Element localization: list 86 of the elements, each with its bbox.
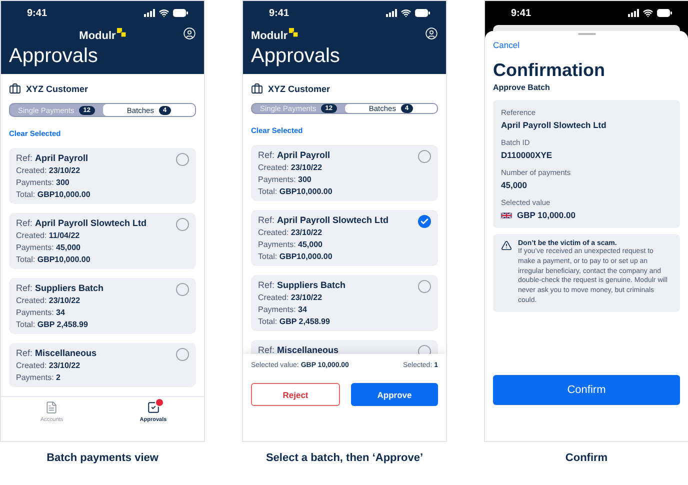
batch-detail: Total: GBP10,000.00 xyxy=(258,252,332,261)
warning-icon xyxy=(501,240,512,251)
wifi-icon xyxy=(643,8,653,18)
confirmation-title: Confirmation xyxy=(493,60,606,81)
wifi-icon xyxy=(401,8,411,18)
document-icon xyxy=(45,401,58,414)
logo-squares-icon xyxy=(288,28,298,37)
select-radio[interactable] xyxy=(418,280,431,293)
batch-detail: Created: 23/10/22 xyxy=(16,296,80,305)
reject-button[interactable]: Reject xyxy=(251,383,340,406)
batch-detail: Total: GBP10,000.00 xyxy=(258,187,332,196)
battery-icon xyxy=(657,9,672,17)
select-radio[interactable] xyxy=(418,150,431,163)
batch-card[interactable]: Ref: April Payroll Slowtech Ltd Created: 23/10/22 Payments: 45,000 Total: GBP10,000.00 xyxy=(251,210,438,266)
batch-card[interactable]: Ref: April Payroll Created: 23/10/22 Payments: 300 Total: GBP10,000.00 xyxy=(9,148,196,204)
detail-value: GBP 10,000.00 xyxy=(517,210,576,220)
batch-card[interactable]: Ref: April Payroll Slowtech Ltd Created: 11/04/22 Payments: 45,000 Total: GBP10,000.00 xyxy=(9,213,196,269)
batch-detail: Created: 23/10/22 xyxy=(258,163,322,172)
page-title: Approvals xyxy=(250,45,341,68)
status-time: 9:41 xyxy=(27,8,48,18)
battery-icon xyxy=(173,9,188,17)
customer-name: XYZ Customer xyxy=(26,84,88,94)
batch-detail: Ref: Miscellaneous xyxy=(258,345,339,354)
batch-card[interactable]: Ref: Suppliers Batch Created: 23/10/22 Payments: 34 Total: GBP 2,458.99 xyxy=(251,275,438,331)
briefcase-icon xyxy=(9,83,21,95)
select-radio[interactable] xyxy=(176,348,189,361)
batch-detail: Created: 11/04/22 xyxy=(16,231,80,240)
batch-detail: Ref: Suppliers Batch xyxy=(258,280,346,290)
screen-caption: Select a batch, then ‘Approve’ xyxy=(266,452,424,464)
screen-caption: Batch payments view xyxy=(46,452,158,464)
confirmation-subtitle: Approve Batch xyxy=(493,83,551,92)
flag-icon xyxy=(501,212,512,218)
batch-card[interactable]: Ref: Miscellaneous Created: 23/10/22 Payments: 2 xyxy=(9,343,196,387)
status-time: 9:41 xyxy=(511,8,532,18)
cancel-link[interactable]: Cancel xyxy=(493,40,520,50)
detail-value: D110000XYE xyxy=(501,150,552,160)
batch-detail: Ref: Suppliers Batch xyxy=(16,283,104,293)
page-title: Approvals xyxy=(8,45,99,68)
batch-detail: Ref: April Payroll xyxy=(258,150,330,160)
batch-detail: Payments: 45,000 xyxy=(258,240,322,249)
batch-detail: Created: 23/10/22 xyxy=(258,293,322,302)
batch-detail: Total: GBP 2,458.99 xyxy=(258,317,330,326)
batch-detail: Ref: April Payroll xyxy=(16,153,88,163)
batch-detail: Created: 23/10/22 xyxy=(16,361,80,370)
batch-detail: Payments: 45,000 xyxy=(16,243,80,252)
customer-name: XYZ Customer xyxy=(268,84,330,94)
batch-detail: Total: GBP10,000.00 xyxy=(16,255,90,264)
signal-icon xyxy=(628,9,639,17)
batch-detail: Payments: 300 xyxy=(16,178,70,187)
select-radio[interactable] xyxy=(176,283,189,296)
check-square-icon xyxy=(146,401,160,414)
batch-card[interactable]: Ref: April Payroll Created: 23/10/22 Payments: 300 Total: GBP10,000.00 xyxy=(251,145,438,201)
logo-squares-icon xyxy=(116,28,126,37)
detail-value: April Payroll Slowtech Ltd xyxy=(501,120,606,130)
select-radio[interactable] xyxy=(418,215,431,228)
status-time: 9:41 xyxy=(269,8,290,18)
batch-detail: Total: GBP 2,458.99 xyxy=(16,320,88,329)
select-radio[interactable] xyxy=(176,153,189,166)
wifi-icon xyxy=(159,8,169,18)
select-radio[interactable] xyxy=(176,218,189,231)
batch-detail: Total: GBP10,000.00 xyxy=(16,190,90,199)
profile-button[interactable] xyxy=(425,27,438,40)
profile-button[interactable] xyxy=(183,27,196,40)
batch-card[interactable]: Ref: Suppliers Batch Created: 23/10/22 Payments: 34 Total: GBP 2,458.99 xyxy=(9,278,196,334)
batch-detail: Payments: 2 xyxy=(16,373,60,382)
batch-detail: Payments: 34 xyxy=(258,305,307,314)
check-icon xyxy=(420,217,429,226)
batch-detail: Created: 23/10/22 xyxy=(258,228,322,237)
batch-detail: Ref: April Payroll Slowtech Ltd xyxy=(258,215,389,225)
battery-icon xyxy=(415,9,430,17)
confirm-button[interactable]: Confirm xyxy=(493,375,680,405)
sheet-handle[interactable] xyxy=(578,33,596,35)
briefcase-icon xyxy=(251,83,263,95)
batch-detail: Payments: 300 xyxy=(258,175,312,184)
detail-value: 45,000 xyxy=(501,180,527,190)
brand-logo: Modulr xyxy=(251,28,298,42)
batch-detail: Created: 23/10/22 xyxy=(16,166,80,175)
batch-detail: Ref: Miscellaneous xyxy=(16,348,97,358)
signal-icon xyxy=(144,9,155,17)
batch-card[interactable]: Ref: Miscellaneous xyxy=(251,340,438,354)
batch-detail: Payments: 34 xyxy=(16,308,65,317)
brand-logo: Modulr xyxy=(79,28,126,42)
approve-button[interactable]: Approve xyxy=(351,383,438,406)
batch-detail: Ref: April Payroll Slowtech Ltd xyxy=(16,218,147,228)
signal-icon xyxy=(386,9,397,17)
screen-caption: Confirm xyxy=(565,452,608,464)
